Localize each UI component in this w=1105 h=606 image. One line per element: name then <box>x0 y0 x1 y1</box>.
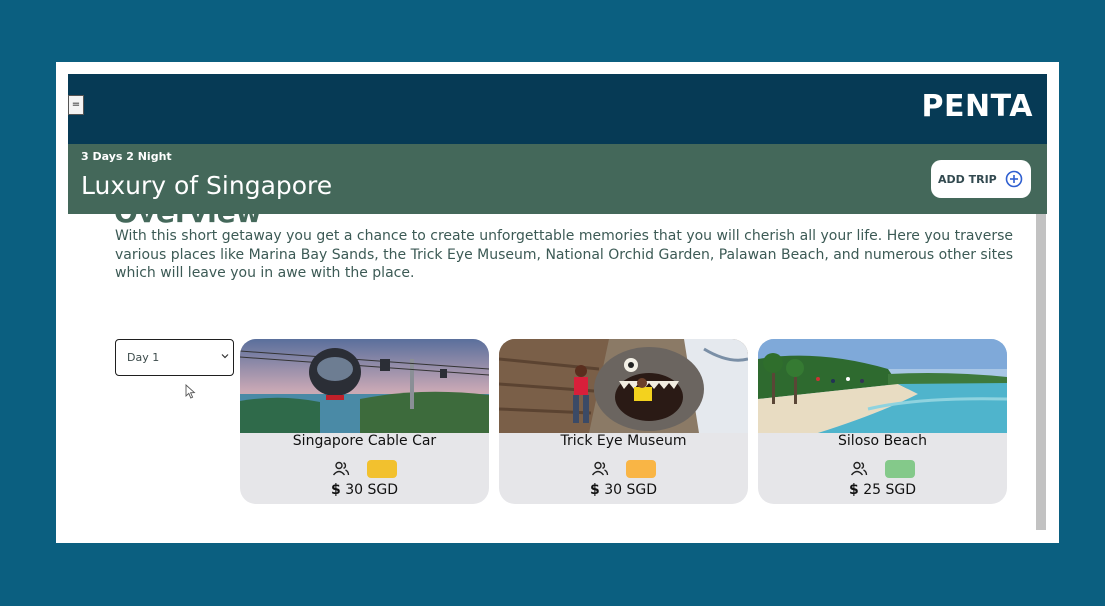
dollar-icon: $ <box>590 482 600 498</box>
plus-circle-icon <box>1005 170 1023 188</box>
dollar-icon: $ <box>849 482 859 498</box>
people-icon <box>850 461 868 476</box>
activity-card[interactable]: Singapore Cable Car $ 30 SGD <box>240 339 489 504</box>
mouse-cursor-icon <box>185 384 196 399</box>
cable-car-photo <box>240 339 489 433</box>
card-title: Siloso Beach <box>838 433 927 449</box>
price-value: 25 SGD <box>863 482 916 498</box>
trip-title: Luxury of Singapore <box>81 171 333 200</box>
dollar-icon: $ <box>331 482 341 498</box>
day-select-value: Day 1 <box>127 351 160 364</box>
trip-header: 3 Days 2 Night Luxury of Singapore ADD T… <box>68 144 1047 214</box>
price-value: 30 SGD <box>604 482 657 498</box>
card-title: Trick Eye Museum <box>560 433 687 449</box>
people-icon <box>332 461 350 476</box>
brand-logo[interactable]: PENTA <box>922 89 1033 124</box>
browser-frame: = PENTA Overview 3 Days 2 Night Luxury o… <box>56 62 1059 543</box>
siloso-beach-photo <box>758 339 1007 433</box>
chevron-down-icon <box>221 354 229 359</box>
trick-eye-museum-photo <box>499 339 748 433</box>
card-price: $ 25 SGD <box>758 482 1007 498</box>
trip-page: = PENTA Overview 3 Days 2 Night Luxury o… <box>68 74 1047 543</box>
card-title: Singapore Cable Car <box>292 433 437 449</box>
activity-card[interactable]: Siloso Beach $ 25 SGD <box>758 339 1007 504</box>
add-trip-label: ADD TRIP <box>938 172 997 186</box>
top-navbar: = PENTA <box>68 74 1047 144</box>
category-tag <box>885 460 915 478</box>
card-price: $ 30 SGD <box>499 482 748 498</box>
category-tag <box>367 460 397 478</box>
add-trip-button[interactable]: ADD TRIP <box>931 160 1031 198</box>
trip-duration: 3 Days 2 Night <box>81 150 172 163</box>
card-price: $ 30 SGD <box>240 482 489 498</box>
price-value: 30 SGD <box>345 482 398 498</box>
menu-toggle-button[interactable]: = <box>68 95 84 115</box>
trip-description: With this short getaway you get a chance… <box>115 228 1013 281</box>
people-icon <box>591 461 609 476</box>
day-select[interactable]: Day 1 <box>115 339 234 376</box>
scrollbar[interactable] <box>1036 214 1046 530</box>
activity-card[interactable]: Trick Eye Museum $ 30 SGD <box>499 339 748 504</box>
category-tag <box>626 460 656 478</box>
